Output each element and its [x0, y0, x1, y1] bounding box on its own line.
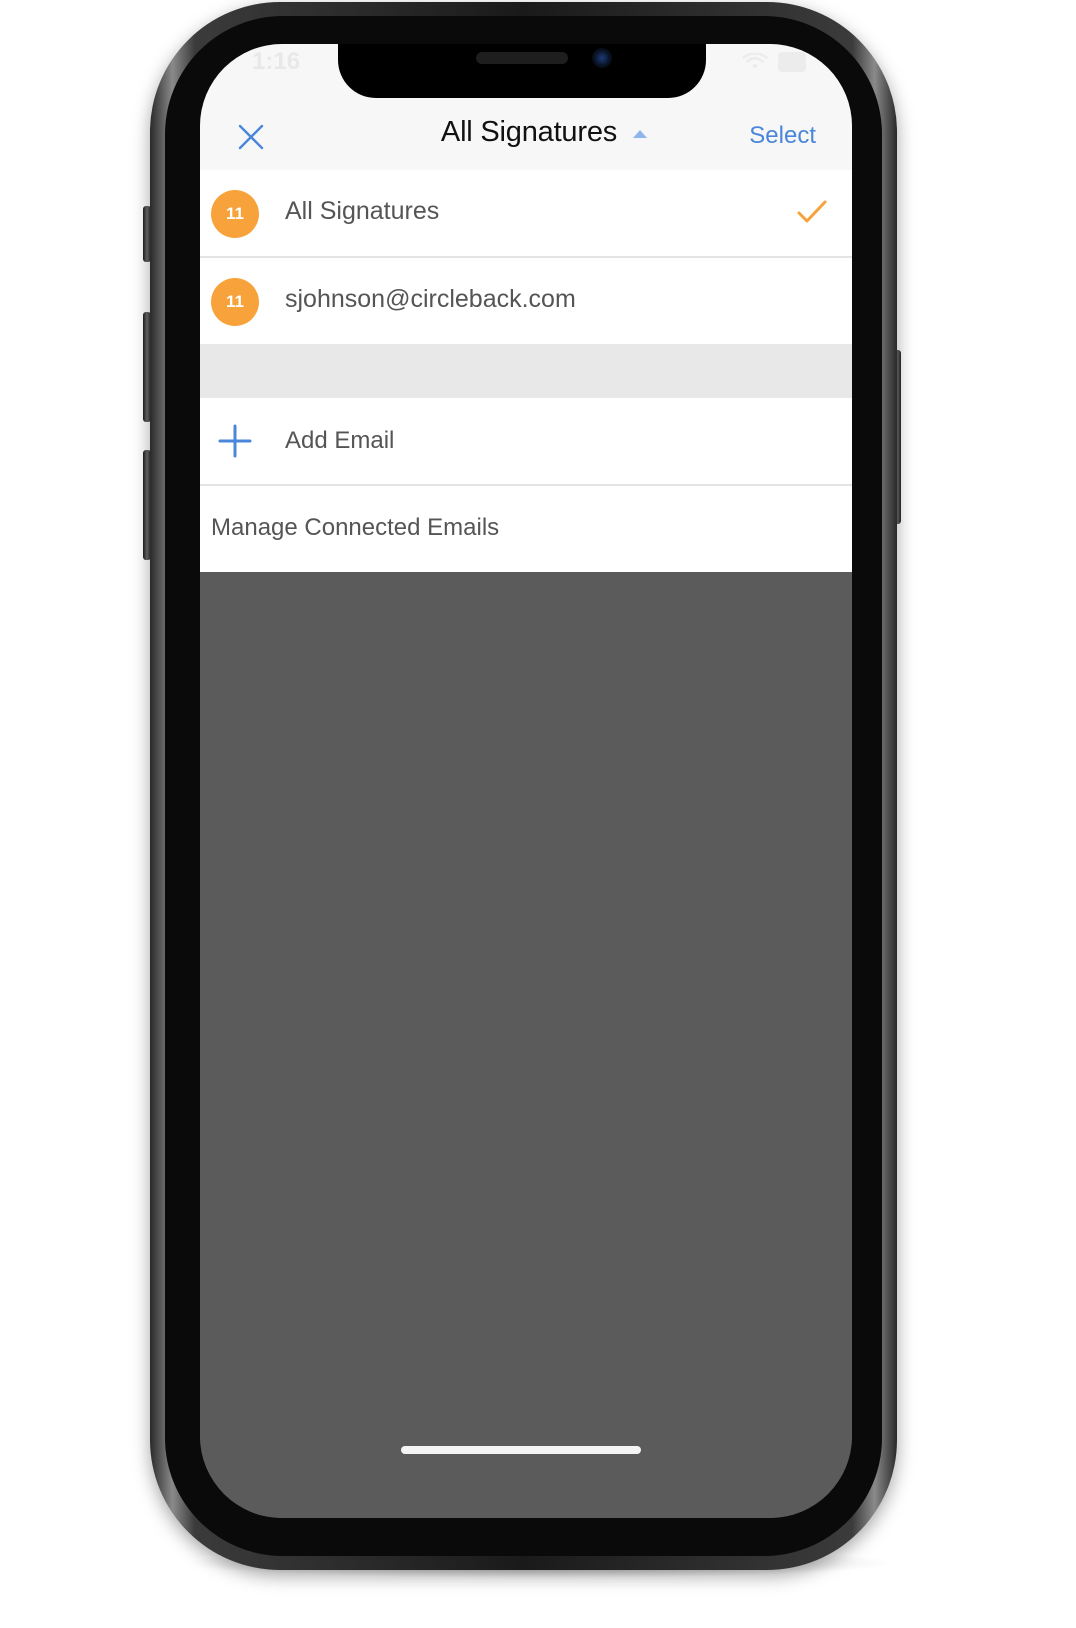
status-icons [742, 52, 806, 72]
nav-bar: All Signatures Select [200, 104, 852, 170]
speaker-grille [476, 52, 568, 64]
notch [338, 44, 706, 98]
add-email-label: Add Email [285, 427, 395, 454]
signature-row-all[interactable]: 11 All Signatures [200, 170, 852, 256]
status-time: 1:16 [252, 48, 301, 75]
count-badge: 11 [211, 190, 259, 238]
dimmed-backdrop[interactable] [200, 572, 852, 1518]
device-mockup: 1:16 All Signatures Select 11 All Signat… [0, 0, 1076, 1628]
signature-row-label: sjohnson@circleback.com [285, 285, 576, 313]
wifi-icon [742, 53, 768, 69]
front-camera [592, 48, 612, 68]
phone-screen: 1:16 All Signatures Select 11 All Signat… [200, 44, 852, 1518]
page-title: All Signatures [440, 116, 618, 148]
add-email-button[interactable]: Add Email [200, 398, 852, 484]
section-gap [200, 344, 852, 398]
manage-connected-emails-label: Manage Connected Emails [211, 514, 500, 541]
battery-icon [778, 52, 806, 72]
caret-up-icon [633, 129, 648, 138]
signature-row-label: All Signatures [285, 197, 440, 225]
signature-row-email[interactable]: 11 sjohnson@circleback.com [200, 258, 852, 344]
count-badge: 11 [211, 278, 259, 326]
select-button[interactable]: Select [749, 122, 816, 150]
manage-connected-emails-button[interactable]: Manage Connected Emails [200, 486, 852, 572]
home-indicator[interactable] [401, 1446, 641, 1454]
plus-icon [218, 424, 252, 458]
checkmark-icon [797, 200, 827, 223]
